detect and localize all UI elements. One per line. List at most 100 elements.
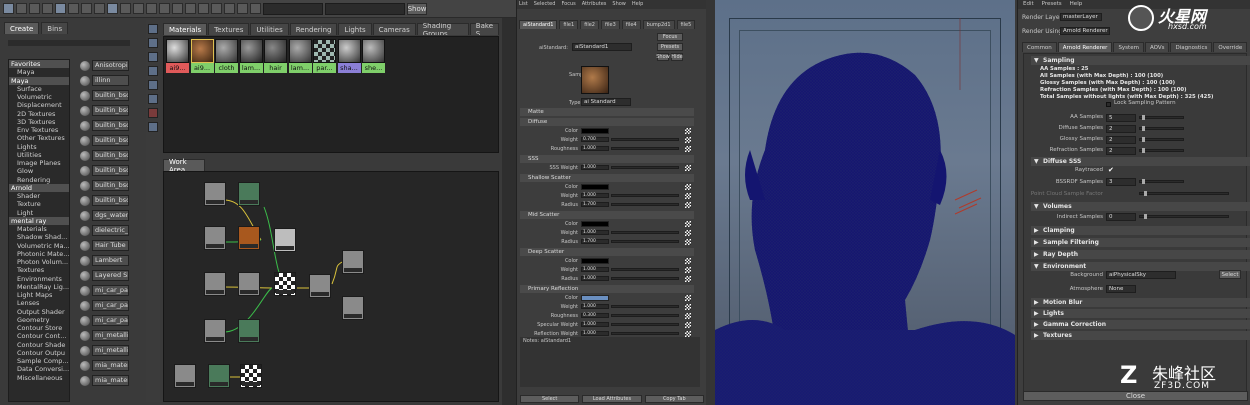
atmosphere-dropdown[interactable]: None	[1106, 285, 1136, 293]
graph-icon[interactable]	[146, 3, 157, 14]
list-item[interactable]: builtin_bsd	[80, 194, 129, 207]
node-name-field[interactable]: aiStandard1	[572, 43, 632, 51]
render-slider[interactable]	[1139, 116, 1184, 119]
tree-item[interactable]: Surface	[9, 85, 69, 93]
tree-item[interactable]: 2D Textures	[9, 110, 69, 118]
lock-pattern-checkbox[interactable]	[1106, 102, 1111, 107]
graph-icon[interactable]	[172, 3, 183, 14]
render-section-header[interactable]: ▼ Environment	[1031, 262, 1250, 271]
ae-slider[interactable]	[611, 268, 679, 271]
graph-icon[interactable]	[148, 52, 158, 62]
ae-value-field[interactable]: 0.700	[581, 137, 609, 142]
ae-value-field[interactable]: 1.000	[581, 165, 609, 170]
material-swatch[interactable]: lam...	[239, 39, 263, 73]
ae-button-1[interactable]: Load Attributes	[582, 395, 642, 403]
hide-button[interactable]: Hide	[671, 53, 683, 61]
map-button-icon[interactable]	[685, 267, 691, 273]
tree-item[interactable]: Environments	[9, 275, 69, 283]
map-button-icon[interactable]	[685, 276, 691, 282]
render-slider[interactable]	[1139, 215, 1229, 218]
graph-icon[interactable]	[250, 3, 261, 14]
material-swatch[interactable]: par...	[313, 39, 336, 73]
tree-item[interactable]: Shader	[9, 192, 69, 200]
sample-field[interactable]: 2	[1106, 136, 1136, 144]
shader-node[interactable]	[208, 364, 230, 388]
material-swatch[interactable]: ai9...	[166, 39, 189, 73]
ae-value-field[interactable]: 1.000	[581, 304, 609, 309]
graph-icon[interactable]	[148, 122, 158, 132]
map-button-icon[interactable]	[685, 193, 691, 199]
list-item[interactable]: builtin_bsd	[80, 149, 129, 162]
render-menu-item[interactable]: Help	[1070, 0, 1083, 9]
sample-field[interactable]: 5	[1106, 114, 1136, 122]
shader-node[interactable]	[204, 272, 226, 296]
list-item[interactable]: builtin_bsd	[80, 119, 129, 132]
render-menu-item[interactable]: Presets	[1042, 0, 1062, 9]
slider-handle[interactable]	[1142, 115, 1145, 120]
ae-value-field[interactable]: 1.000	[581, 193, 609, 198]
ae-section-header[interactable]: Diffuse	[520, 118, 694, 126]
render-tab[interactable]: Override	[1213, 42, 1248, 52]
tab-bins[interactable]: Bins	[41, 22, 69, 34]
focus-button[interactable]: Focus	[657, 33, 683, 41]
shader-node[interactable]	[342, 250, 364, 274]
list-item[interactable]: dielectric_r	[80, 224, 129, 237]
graph-icon[interactable]	[185, 3, 196, 14]
shader-node[interactable]	[240, 364, 262, 388]
graph-icon[interactable]	[237, 3, 248, 14]
shader-node[interactable]	[342, 296, 364, 320]
tree-item[interactable]: 3D Textures	[9, 118, 69, 126]
ae-slider[interactable]	[611, 194, 679, 197]
ae-menu-item[interactable]: Selected	[534, 0, 556, 9]
ae-value-field[interactable]: 0.300	[581, 313, 609, 318]
viewport[interactable]	[715, 0, 1015, 405]
graph-icon[interactable]	[148, 38, 158, 48]
tree-item[interactable]: Volumetric	[9, 93, 69, 101]
graph-icon[interactable]	[148, 66, 158, 76]
list-item[interactable]: mi_metallic	[80, 329, 129, 342]
list-item[interactable]: builtin_bsd	[80, 104, 129, 117]
render-tab[interactable]: Diagnostics	[1170, 42, 1213, 52]
slider-handle[interactable]	[1142, 148, 1145, 153]
list-item[interactable]: builtin_bsd	[80, 134, 129, 147]
ae-value-field[interactable]: 1.000	[581, 230, 609, 235]
color-swatch[interactable]	[581, 184, 609, 190]
tab-material-2[interactable]: Utilities	[250, 23, 289, 35]
ae-value-field[interactable]: 1.700	[581, 239, 609, 244]
ae-section-header[interactable]: Matte	[520, 108, 694, 116]
ae-menu-item[interactable]: Focus	[561, 0, 575, 9]
tree-item[interactable]: Light	[9, 209, 69, 217]
ae-button-2[interactable]: Copy Tab	[644, 395, 704, 403]
map-button-icon[interactable]	[685, 165, 691, 171]
render-slider[interactable]	[1139, 149, 1184, 152]
ae-value-field[interactable]: 1.000	[581, 146, 609, 151]
render-tab[interactable]: System	[1113, 42, 1144, 52]
ae-slider[interactable]	[611, 138, 679, 141]
list-item[interactable]: Anisotropi	[80, 59, 129, 72]
render-slider[interactable]	[1139, 192, 1229, 195]
ae-menu-item[interactable]: Show	[612, 0, 626, 9]
map-button-icon[interactable]	[685, 258, 691, 264]
graph-icon[interactable]	[29, 3, 40, 14]
list-item[interactable]: builtin_bsd	[80, 89, 129, 102]
list-item[interactable]: Layered Sh	[80, 269, 129, 282]
list-item[interactable]: dgs_water	[80, 209, 129, 222]
graph-icon[interactable]	[120, 3, 131, 14]
render-section-header[interactable]: ▶ Lights	[1031, 309, 1250, 318]
ae-slider[interactable]	[611, 240, 679, 243]
shader-node[interactable]	[238, 226, 260, 250]
background-field[interactable]: aiPhysicalSky	[1106, 271, 1176, 279]
tab-create[interactable]: Create	[4, 22, 40, 34]
shader-node[interactable]	[204, 182, 226, 206]
tab-material-4[interactable]: Lights	[338, 23, 372, 35]
render-tab[interactable]: Arnold Renderer	[1057, 42, 1113, 52]
map-button-icon[interactable]	[685, 202, 691, 208]
render-section-header[interactable]: ▶ Textures	[1031, 331, 1250, 340]
slider-handle[interactable]	[1142, 126, 1145, 131]
tree-item[interactable]: Contour Shade	[9, 341, 69, 349]
map-button-icon[interactable]	[685, 230, 691, 236]
ae-menu-item[interactable]: List	[519, 0, 528, 9]
tree-item[interactable]: Miscellaneous	[9, 374, 69, 382]
show-button[interactable]: Show	[407, 2, 427, 15]
graph-icon[interactable]	[148, 94, 158, 104]
